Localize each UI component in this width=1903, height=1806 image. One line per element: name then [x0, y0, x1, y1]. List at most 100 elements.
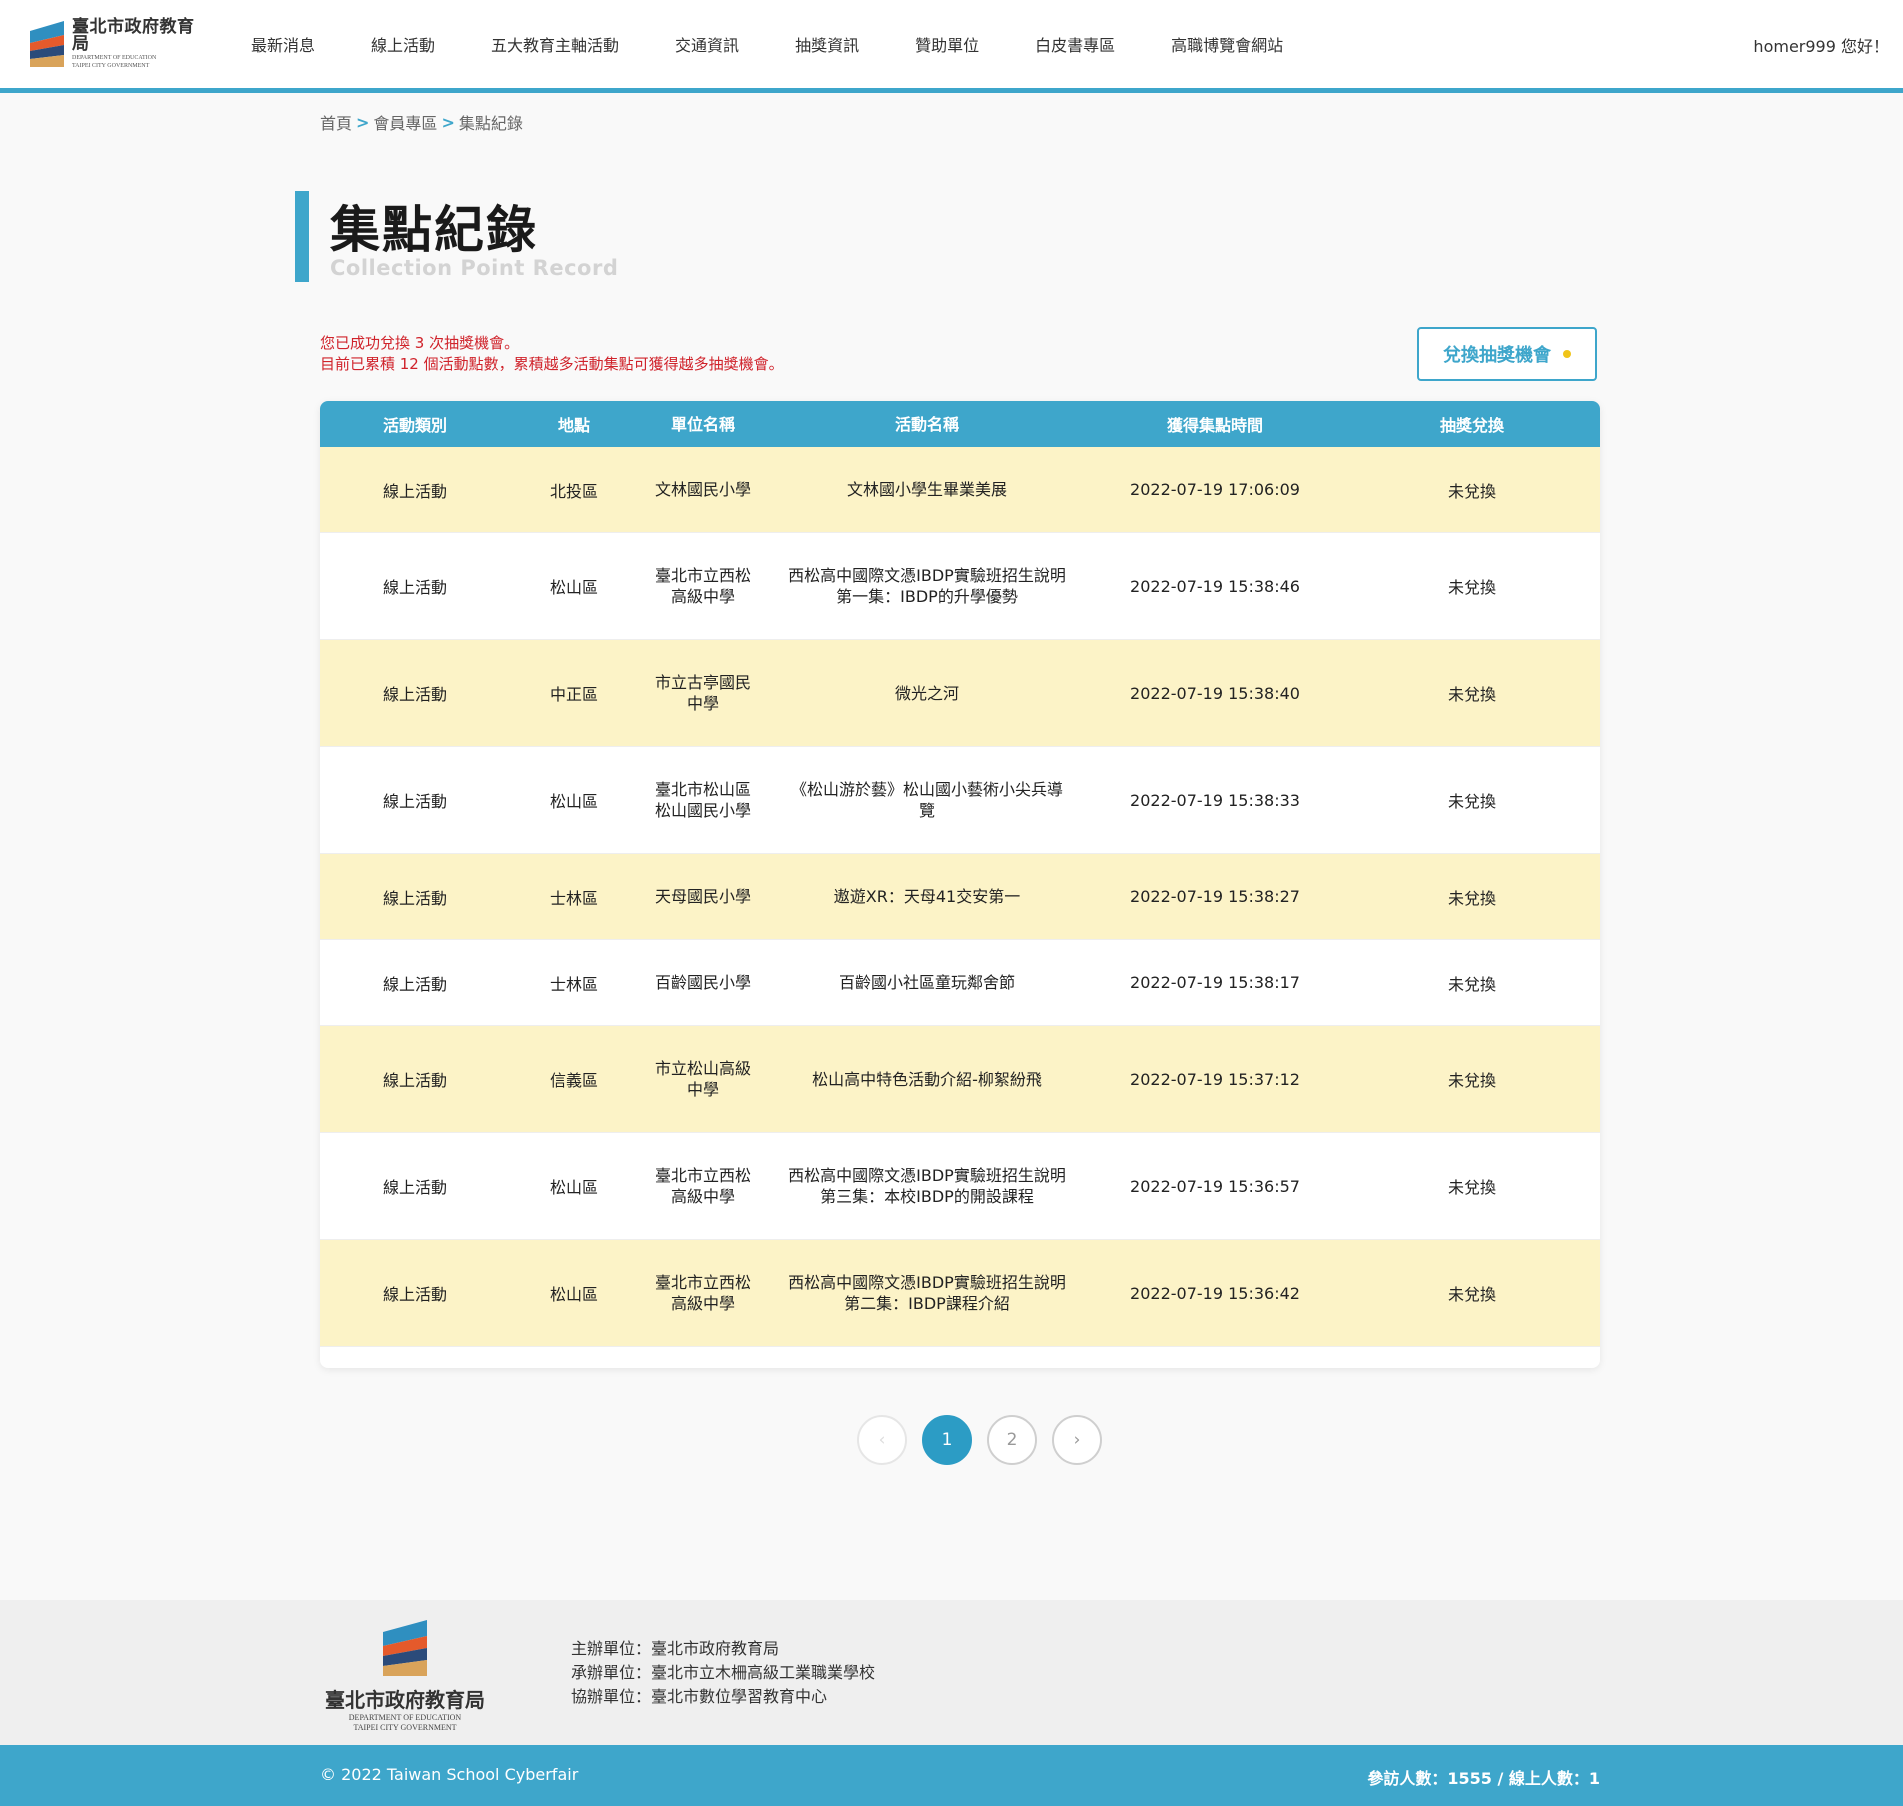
cell-unit: 天母國民小學	[638, 886, 768, 907]
cell-activity-line: 覽	[918, 801, 935, 820]
breadcrumb: 首頁 > 會員專區 > 集點紀錄	[320, 110, 523, 134]
breadcrumb-home[interactable]: 首頁	[320, 110, 352, 134]
prev-page-button[interactable]: ‹	[857, 1415, 907, 1465]
page-subtitle: Collection Point Record	[330, 256, 619, 280]
cell-unit-line: 中學	[686, 1080, 719, 1099]
col-header-time: 獲得集點時間	[1166, 416, 1263, 435]
chevron-right-icon: >	[356, 112, 370, 132]
cell-category: 線上活動	[382, 888, 447, 908]
cell-redeem-status: 未兌換	[1447, 974, 1496, 994]
redeem-lottery-button[interactable]: 兌換抽獎機會	[1417, 327, 1597, 381]
cell-redeem-status: 未兌換	[1447, 792, 1496, 811]
cell-activity: 西松高中國際文憑IBDP實驗班招生說明 第二集：IBDP課程介紹	[768, 1272, 1086, 1314]
cell-unit-line: 臺北市立西松	[654, 1273, 751, 1292]
cell-redeem-status: 未兌換	[1447, 481, 1496, 501]
cell-district: 松山區	[549, 792, 598, 811]
cell-activity: 西松高中國際文憑IBDP實驗班招生說明 第三集：本校IBDP的開設課程	[768, 1165, 1086, 1207]
table-row: 線上活動 松山區 臺北市松山區 松山國民小學 《松山游於藝》松山國小藝術小尖兵導覽 202…	[320, 747, 1600, 854]
cell-category: 線上活動	[382, 792, 447, 811]
cell-activity: 西松高中國際文憑IBDP實驗班招生說明 第一集：IBDP的升學優勢	[768, 565, 1086, 607]
cell-unit: 臺北市立西松 高級中學	[638, 565, 768, 607]
cell-time: 2022-07-19 15:36:57	[1130, 1176, 1300, 1196]
cell-time: 2022-07-19 15:38:27	[1130, 887, 1300, 906]
footer-organizer: 主辦單位：臺北市政府教育局	[571, 1639, 780, 1658]
footer-co-organizer: 協辦單位：臺北市數位學習教育中心	[571, 1687, 828, 1706]
cell-unit-line: 市立松山高級	[654, 1059, 751, 1078]
next-page-button[interactable]: ›	[1052, 1415, 1102, 1465]
cell-district: 信義區	[549, 1071, 598, 1090]
dot-icon	[1563, 350, 1571, 358]
logo-subtitle-1: DEPARTMENT OF EDUCATION	[72, 55, 157, 61]
cell-unit-line: 臺北市立西松	[654, 566, 751, 585]
cell-activity-line: 第二集：IBDP課程介紹	[844, 1294, 1010, 1313]
cell-district: 松山區	[549, 1178, 598, 1197]
cell-activity-line: 文林國小學生畢業美展	[846, 480, 1007, 499]
copyright: © 2022 Taiwan School Cyberfair	[320, 1765, 579, 1784]
col-header-activity: 活動名稱	[894, 414, 959, 434]
cell-activity-line: 西松高中國際文憑IBDP實驗班招生說明	[788, 1273, 1066, 1292]
user-greeting[interactable]: homer999 您好！	[1753, 33, 1889, 57]
cell-redeem-status: 未兌換	[1447, 685, 1496, 704]
breadcrumb-current: 集點紀錄	[458, 114, 523, 133]
cell-category: 線上活動	[382, 578, 447, 597]
page-1-button[interactable]: 1	[922, 1415, 972, 1465]
table-row: 線上活動 信義區 市立松山高級 中學 松山高中特色活動介紹-柳絮紛飛 2022-07-19…	[320, 1026, 1600, 1133]
cell-unit-line: 松山國民小學	[654, 801, 751, 820]
cell-activity-line: 百齡國小社區童玩鄰舍節	[838, 973, 1015, 992]
title-accent-bar	[295, 191, 309, 282]
nav-item-news[interactable]: 最新消息	[223, 32, 343, 56]
table-row: 線上活動 士林區 百齡國民小學 百齡國小社區童玩鄰舍節 2022-07-19 15:38…	[320, 940, 1600, 1026]
cell-unit-line: 中學	[686, 694, 719, 713]
cell-unit: 市立松山高級 中學	[638, 1058, 768, 1100]
table-row: 線上活動 中正區 市立古亭國民 中學 微光之河 2022-07-19 15:38:40 未兌…	[320, 640, 1600, 747]
cell-activity-line: 微光之河	[894, 683, 959, 703]
page-2-button[interactable]: 2	[987, 1415, 1037, 1465]
footer-logo: 臺北市政府教育局 DEPARTMENT OF EDUCATION TAIPEI …	[320, 1620, 490, 1733]
page-title: 集點紀錄	[330, 201, 538, 259]
footer-logo-title: 臺北市政府教育局	[325, 1688, 485, 1712]
breadcrumb-member[interactable]: 會員專區	[373, 110, 437, 134]
logo-mark-icon	[28, 21, 66, 67]
cell-unit: 臺北市立西松 高級中學	[638, 1165, 768, 1207]
cell-unit-line: 市立古亭國民	[654, 673, 751, 692]
cell-unit: 文林國民小學	[638, 479, 768, 500]
nav-item-transport[interactable]: 交通資訊	[647, 32, 767, 56]
pagination: ‹ 1 2 ›	[857, 1415, 1117, 1465]
cell-time: 2022-07-19 15:38:40	[1130, 683, 1300, 703]
nav-item-white-paper[interactable]: 白皮書專區	[1007, 32, 1143, 56]
cell-district: 松山區	[549, 578, 598, 597]
cell-unit: 百齡國民小學	[638, 972, 768, 993]
cell-activity-line: 西松高中國際文憑IBDP實驗班招生說明	[788, 566, 1066, 585]
nav-item-lottery[interactable]: 抽獎資訊	[767, 32, 887, 56]
cell-district: 士林區	[549, 974, 598, 994]
cell-time: 2022-07-19 15:37:12	[1130, 1069, 1300, 1089]
nav-item-vocational-expo[interactable]: 高職博覽會網站	[1143, 32, 1311, 56]
cell-redeem-status: 未兌換	[1447, 1071, 1496, 1090]
col-header-category: 活動類別	[382, 416, 447, 435]
site-logo[interactable]: 臺北市政府教育局 DEPARTMENT OF EDUCATION TAIPEI …	[28, 19, 203, 69]
notice-line-accumulated: 目前已累積 12 個活動點數，累積越多活動集點可獲得越多抽獎機會。	[320, 355, 784, 373]
cell-district: 士林區	[549, 888, 598, 908]
cell-category: 線上活動	[382, 1285, 447, 1304]
cell-activity: 《松山游於藝》松山國小藝術小尖兵導覽	[768, 779, 1086, 821]
footer-undertaker: 承辦單位：臺北市立木柵高級工業職業學校	[571, 1663, 876, 1682]
logo-mark-icon	[381, 1620, 429, 1676]
nav-item-five-education-themes[interactable]: 五大教育主軸活動	[463, 32, 647, 56]
cell-activity: 百齡國小社區童玩鄰舍節	[768, 972, 1086, 993]
cell-category: 線上活動	[382, 481, 447, 501]
logo-subtitle-2: TAIPEI CITY GOVERNMENT	[72, 63, 150, 69]
points-notice: 您已成功兌換 3 次抽獎機會。 目前已累積 12 個活動點數，累積越多活動集點可…	[320, 333, 784, 375]
points-table: 活動類別 地點 單位名稱 活動名稱 獲得集點時間 抽獎兌換 線上活動 北投區 文林國…	[320, 401, 1600, 1368]
cell-time: 2022-07-19 15:36:42	[1130, 1283, 1300, 1303]
nav-item-sponsors[interactable]: 贊助單位	[887, 32, 1007, 56]
nav-item-online-activities[interactable]: 線上活動	[343, 32, 463, 56]
cell-unit-line: 高級中學	[670, 1294, 735, 1313]
cell-district: 松山區	[549, 1285, 598, 1304]
cell-time: 2022-07-19 15:38:17	[1130, 973, 1300, 992]
visitor-count: 參訪人數：1555 / 線上人數：1	[1367, 1769, 1600, 1788]
cell-activity: 遨遊XR：天母41交安第一	[768, 886, 1086, 907]
cell-activity-line: 遨遊XR：天母41交安第一	[833, 887, 1021, 906]
cell-time: 2022-07-19 15:38:46	[1130, 576, 1300, 596]
cell-unit-line: 天母國民小學	[654, 887, 751, 906]
table-row: 線上活動 士林區 天母國民小學 遨遊XR：天母41交安第一 2022-07-19 15:…	[320, 854, 1600, 940]
